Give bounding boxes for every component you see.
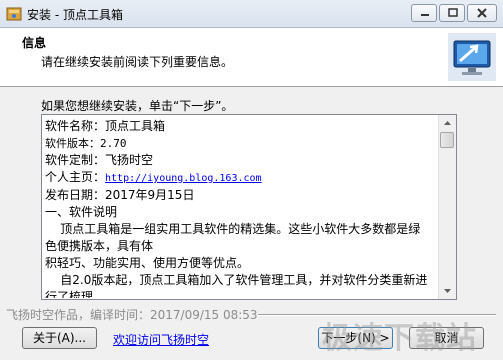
- close-button[interactable]: [467, 4, 497, 22]
- info-line: 软件名称：顶点工具箱: [45, 119, 166, 133]
- cancel-button[interactable]: 取消: [409, 327, 484, 349]
- info-line: 一、软件说明: [45, 205, 118, 219]
- page-title: 信息: [22, 36, 47, 50]
- info-scrollbar[interactable]: [438, 115, 456, 299]
- homepage-link[interactable]: http://iyoung.blog.163.com: [105, 173, 262, 184]
- info-textbox[interactable]: 软件名称：顶点工具箱 软件版本：2.70 软件定制：飞扬时空 个人主页：http…: [41, 114, 457, 300]
- window-title: 安装 - 顶点工具箱: [27, 8, 123, 22]
- minimize-icon: [421, 14, 429, 16]
- scrollbar-thumb[interactable]: [440, 132, 454, 148]
- wizard-header: 信息 请在继续安装前阅读下列重要信息。: [0, 28, 503, 87]
- installer-app-icon: [6, 7, 22, 21]
- title-bar[interactable]: 安装 - 顶点工具箱: [0, 0, 503, 28]
- info-line: 色便携版本，具有体: [45, 239, 154, 253]
- info-content: 软件名称：顶点工具箱 软件版本：2.70 软件定制：飞扬时空 个人主页：http…: [45, 118, 437, 298]
- footer-divider: [258, 314, 496, 316]
- page-subtitle: 请在继续安装前阅读下列重要信息。: [41, 55, 234, 69]
- scroll-up-icon: [444, 121, 451, 125]
- info-line: 发布日期：2017年9月15日: [45, 188, 195, 202]
- info-line: 积轻巧、功能实用、使用方便等优点。: [45, 256, 250, 270]
- info-line: 软件版本：2.70: [45, 137, 127, 150]
- scroll-down-button[interactable]: [439, 282, 456, 299]
- next-button[interactable]: 下一步(N) >: [318, 327, 393, 349]
- minimize-button[interactable]: [411, 4, 437, 22]
- intro-text: 如果您想继续安装，单击“下一步”。: [41, 99, 234, 113]
- scroll-up-button[interactable]: [439, 115, 456, 132]
- scroll-down-icon: [444, 289, 451, 293]
- about-button[interactable]: 关于(A)...: [22, 327, 97, 349]
- build-info-text: 飞扬时空作品，编译时间：2017/09/15 08:53: [6, 308, 258, 322]
- info-homepage-row: 个人主页：http://iyoung.blog.163.com: [45, 169, 437, 187]
- maximize-icon: [448, 8, 458, 17]
- monitor-install-icon: [448, 33, 496, 81]
- info-line: 顶点工具箱是一组实用工具软件的精选集。这些小软件大多数都是绿: [45, 222, 421, 236]
- info-line: 软件定制：飞扬时空: [45, 153, 154, 167]
- info-line: 行了梳理。: [45, 290, 106, 298]
- visit-website-link[interactable]: 欢迎访问飞扬时空: [113, 331, 209, 348]
- maximize-button[interactable]: [439, 4, 465, 22]
- info-line: 自2.0版本起，顶点工具箱加入了软件管理工具，并对软件分类重新进: [45, 273, 428, 287]
- close-icon: [477, 8, 487, 18]
- homepage-label: 个人主页：: [45, 170, 106, 184]
